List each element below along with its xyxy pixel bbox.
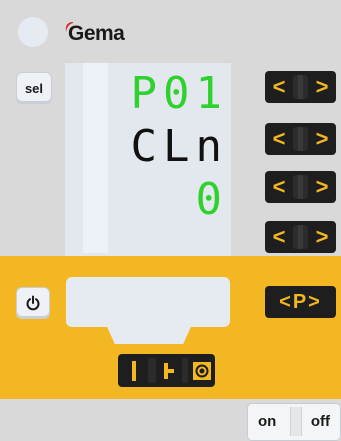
increase-arrow-icon[interactable]: > [311,126,333,152]
row-1-adjust-button[interactable]: < > [265,71,336,103]
on-off-switch[interactable]: on off [247,403,341,441]
logo-text: Gema [68,22,125,45]
spray-icon[interactable] [160,358,178,383]
display-line-3: 0 [195,174,228,225]
increase-arrow-icon[interactable]: > [311,224,333,250]
display-line-2: CLn [130,121,228,172]
line-icon[interactable] [126,358,142,383]
lower-display [66,277,230,327]
power-button[interactable] [16,287,50,319]
increase-arrow-icon[interactable]: > [311,174,333,200]
decrease-arrow-icon[interactable]: < [268,126,290,152]
lower-display-tab [104,320,194,344]
row-4-adjust-button[interactable]: < > [265,221,336,253]
off-label[interactable]: off [311,413,330,430]
mode-divider [148,358,156,383]
decrease-arrow-icon[interactable]: < [268,174,290,200]
rocker-divider [293,225,308,249]
program-button-label: <P> [279,290,322,313]
decrease-arrow-icon[interactable]: < [268,224,290,250]
rocker-divider [293,75,308,99]
rocker-divider [293,175,308,199]
row-3-adjust-button[interactable]: < > [265,171,336,203]
status-led [18,17,48,47]
switch-divider [290,407,302,436]
sel-button[interactable]: sel [16,72,52,104]
rocker-divider [293,127,308,151]
row-2-adjust-button[interactable]: < > [265,123,336,155]
program-button[interactable]: <P> [265,286,336,318]
on-label[interactable]: on [258,413,276,430]
power-icon [26,295,40,311]
sel-button-label: sel [24,80,44,96]
mode-divider [182,358,188,383]
target-icon[interactable] [191,358,213,383]
mode-selector[interactable] [118,354,215,387]
decrease-arrow-icon[interactable]: < [268,74,290,100]
increase-arrow-icon[interactable]: > [311,74,333,100]
display-line-1: P01 [130,68,228,119]
